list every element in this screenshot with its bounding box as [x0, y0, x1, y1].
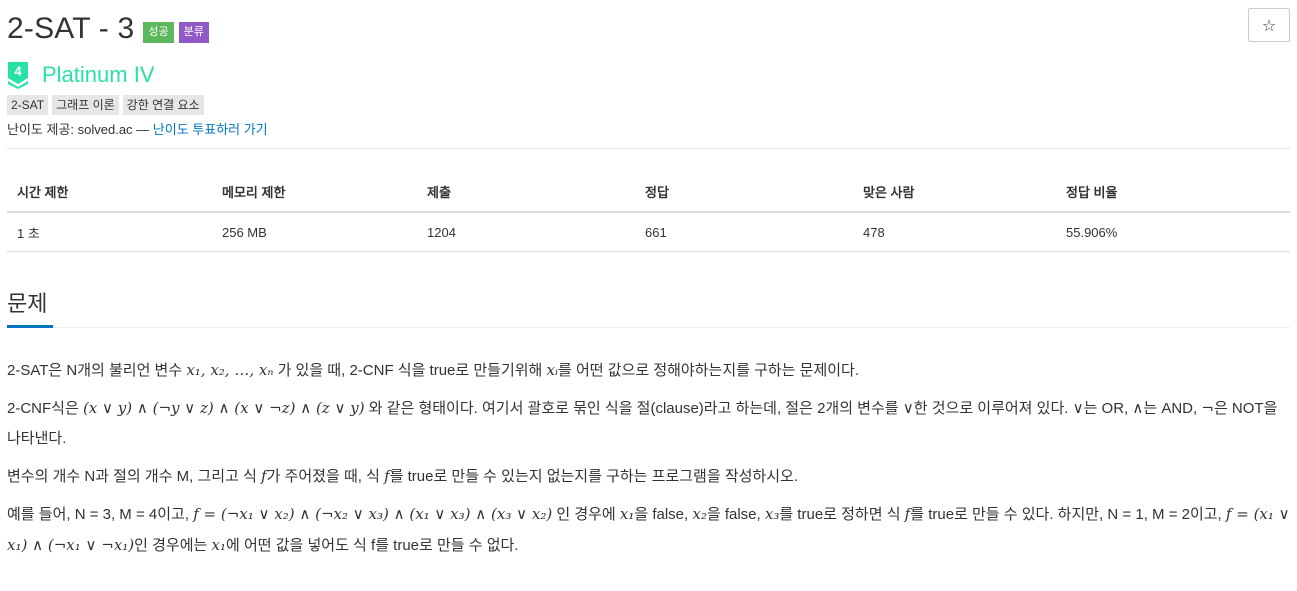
text-span: 는 OR,	[1083, 400, 1133, 417]
text-span: 를 true로 만들 수 있는지 없는지를 구하는 프로그램을 작성하시오.	[389, 468, 798, 485]
success-badge: 성공	[143, 21, 174, 43]
text-span: 2-CNF식은	[7, 400, 83, 417]
math-symbol: ∧	[1132, 399, 1144, 417]
header-memory-limit: 메모리 제한	[212, 172, 417, 213]
text-span: 가 있을 때, 2-CNF 식을 true로 만들기위해	[273, 362, 547, 379]
math-symbol: ∨	[902, 399, 914, 417]
math-symbol: ¬	[1201, 399, 1214, 417]
description-paragraph: 예를 들어, N = 3, M = 4이고, f = (¬x₁ ∨ x₂) ∧ …	[7, 499, 1290, 561]
tag-item[interactable]: 2-SAT	[7, 95, 49, 115]
math-symbol: ∨	[1072, 399, 1084, 417]
header-time-limit: 시간 제한	[7, 172, 212, 213]
text-span: 을 false,	[706, 506, 765, 523]
section-title-underline	[7, 325, 53, 328]
stats-table: 시간 제한 메모리 제한 제출 정답 맞은 사람 정답 비율 1 초 256 M…	[7, 172, 1290, 252]
text-span: 변수의 개수 N과 절의 개수 M, 그리고 식	[7, 468, 262, 485]
star-icon: ☆	[1261, 15, 1277, 35]
section-title: 문제	[7, 291, 48, 316]
text-span: 를 어떤 값으로 정해야하는지를 구하는 문제이다.	[558, 362, 860, 379]
stats-header-row: 시간 제한 메모리 제한 제출 정답 맞은 사람 정답 비율	[7, 172, 1290, 213]
header-accepted: 정답	[635, 172, 853, 213]
text-span: 을 false,	[634, 506, 693, 523]
text-span: 를 true로 만들 수 있다. 하지만, N = 1, M = 2이고,	[910, 506, 1226, 523]
divider	[7, 148, 1290, 149]
vote-difficulty-link[interactable]: 난이도 투표하러 가기	[153, 122, 268, 137]
provider-label: 난이도 제공: solved.ac —	[7, 122, 153, 137]
math-expression: x₃	[764, 505, 780, 523]
text-span: 인 경우에	[552, 506, 620, 523]
math-expression: x₁	[619, 505, 635, 523]
description-paragraph: 변수의 개수 N과 절의 개수 M, 그리고 식 f가 주어졌을 때, 식 f를…	[7, 461, 1290, 492]
memory-limit-value: 256 MB	[212, 212, 417, 252]
text-span: 예를 들어, N = 3, M = 4이고,	[7, 506, 194, 523]
accepted-value: 661	[635, 212, 853, 252]
tier-number: 4	[14, 64, 22, 79]
text-span: 는 AND,	[1143, 400, 1202, 417]
text-span: 를 true로 정하면 식	[779, 506, 905, 523]
title-row: 2-SAT - 3 성공 분류	[7, 8, 209, 50]
time-limit-value: 1 초	[7, 212, 212, 252]
header-submissions: 제출	[417, 172, 635, 213]
submissions-value: 1204	[417, 212, 635, 252]
tier-icon: 4	[8, 62, 28, 89]
text-span: 2-SAT은 N개의 불리언 변수	[7, 362, 187, 379]
description-paragraph: 2-CNF식은 (x ∨ y) ∧ (¬y ∨ z) ∧ (x ∨ ¬z) ∧ …	[7, 393, 1290, 454]
stats-row: 1 초 256 MB 1204 661 478 55.906%	[7, 212, 1290, 252]
math-expression: x₁, x₂, …, xₙ	[186, 361, 274, 379]
section-divider	[7, 327, 1290, 328]
accept-rate-value: 55.906%	[1056, 212, 1290, 252]
text-span: 에 어떤 값을 넣어도 식 f를 true로 만들 수 없다.	[225, 537, 519, 554]
math-expression: xᵢ	[546, 361, 559, 379]
tag-list: 2-SAT 그래프 이론 강한 연결 요소	[7, 95, 208, 115]
math-expression: f = (¬x₁ ∨ x₂) ∧ (¬x₂ ∨ x₃) ∧ (x₁ ∨ x₃) …	[193, 505, 553, 523]
problem-title: 2-SAT - 3	[7, 12, 135, 45]
text-span: 와 같은 형태이다. 여기서 괄호로 묶인 식을 절(clause)라고 하는데…	[364, 400, 903, 417]
solved-users-value: 478	[853, 212, 1056, 252]
math-expression: x₁	[211, 536, 226, 554]
text-span: 인 경우에는	[134, 537, 212, 554]
text-span: 한 것으로 이루어져 있다.	[913, 400, 1073, 417]
tag-item[interactable]: 그래프 이론	[52, 95, 119, 115]
text-span: 가 주어졌을 때, 식	[266, 468, 385, 485]
problem-description: 2-SAT은 N개의 불리언 변수 x₁, x₂, …, xₙ 가 있을 때, …	[7, 355, 1290, 568]
math-expression: x₂	[692, 505, 707, 523]
description-paragraph: 2-SAT은 N개의 불리언 변수 x₁, x₂, …, xₙ 가 있을 때, …	[7, 355, 1290, 386]
tier-name: Platinum IV	[42, 62, 155, 87]
header-accept-rate: 정답 비율	[1056, 172, 1290, 213]
category-badge[interactable]: 분류	[178, 21, 209, 43]
tier-row[interactable]: 4 Platinum IV	[7, 60, 155, 90]
math-expression: (x ∨ y) ∧ (¬y ∨ z) ∧ (x ∨ ¬z) ∧ (z ∨ y)	[82, 399, 365, 417]
favorite-button[interactable]: ☆	[1248, 8, 1290, 42]
difficulty-provider: 난이도 제공: solved.ac — 난이도 투표하러 가기	[7, 119, 268, 138]
header-solved-users: 맞은 사람	[853, 172, 1056, 213]
tag-item[interactable]: 강한 연결 요소	[122, 95, 204, 115]
